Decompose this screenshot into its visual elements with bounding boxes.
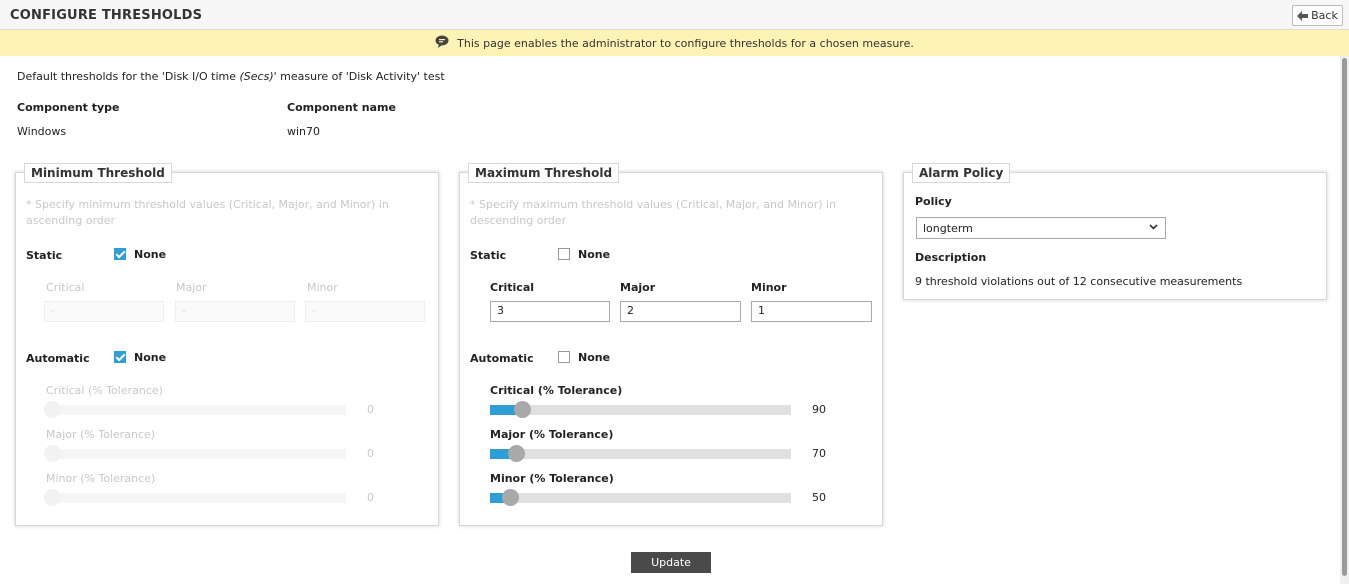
min-static-label: Static (26, 249, 63, 262)
min-major-tolerance-label: Major (% Tolerance) (46, 428, 156, 441)
component-name-value: win70 (287, 125, 321, 138)
min-major-input[interactable]: - (175, 301, 295, 322)
back-button-label: Back (1311, 9, 1338, 22)
min-major-tolerance-value: 0 (367, 447, 374, 460)
max-critical-tolerance-handle[interactable] (514, 401, 531, 418)
policy-description-value: 9 threshold violations out of 12 consecu… (915, 275, 1243, 288)
max-minor-input[interactable]: 1 (751, 301, 872, 322)
policy-description-label: Description (915, 251, 987, 264)
component-type-label: Component type (17, 101, 120, 114)
max-static-none-checkbox[interactable] (558, 248, 570, 260)
min-automatic-none-checkbox[interactable] (114, 351, 126, 363)
min-minor-tolerance-label: Minor (% Tolerance) (46, 472, 156, 485)
max-minor-tolerance-label: Minor (% Tolerance) (490, 472, 614, 485)
max-static-none-label: None (578, 248, 611, 261)
description-prefix: Default thresholds for the 'Disk I/O tim… (17, 70, 236, 83)
back-button[interactable]: Back (1292, 5, 1343, 26)
max-automatic-none-label: None (578, 351, 611, 364)
max-major-tolerance-handle[interactable] (508, 445, 525, 462)
max-automatic-label: Automatic (470, 352, 534, 365)
min-minor-input[interactable]: - (305, 301, 425, 322)
min-major-tolerance-handle[interactable] (44, 445, 61, 462)
chevron-down-icon (1149, 224, 1158, 230)
max-automatic-none-checkbox[interactable] (558, 351, 570, 363)
max-critical-label: Critical (490, 281, 535, 294)
speech-bubble-icon (435, 35, 449, 51)
max-minor-tolerance-handle[interactable] (502, 489, 519, 506)
max-major-tolerance-value: 70 (812, 447, 826, 460)
max-critical-tolerance-slider[interactable] (490, 401, 791, 418)
min-minor-label: Minor (307, 281, 338, 294)
min-critical-label: Critical (46, 281, 85, 294)
min-major-label: Major (176, 281, 207, 294)
policy-select[interactable]: longterm (916, 217, 1166, 239)
back-arrow-icon (1297, 10, 1309, 21)
min-automatic-label: Automatic (26, 352, 90, 365)
min-critical-tolerance-label: Critical (% Tolerance) (46, 384, 163, 397)
policy-label: Policy (915, 195, 952, 208)
page-title: CONFIGURE THRESHOLDS (10, 8, 203, 23)
description-unit: (Secs)' (239, 70, 277, 83)
max-minor-tolerance-value: 50 (812, 491, 826, 504)
minimum-threshold-title: Minimum Threshold (24, 163, 172, 183)
max-threshold-note: * Specify maximum threshold values (Crit… (470, 198, 837, 227)
max-major-label: Major (620, 281, 656, 294)
max-minor-label: Minor (751, 281, 787, 294)
min-automatic-none-label: None (134, 351, 167, 364)
info-bar: This page enables the administrator to c… (0, 30, 1349, 56)
min-minor-tolerance-slider[interactable] (44, 489, 346, 506)
max-static-label: Static (470, 249, 507, 262)
min-critical-input[interactable]: - (44, 301, 164, 322)
scrollbar-thumb[interactable] (1342, 58, 1347, 576)
alarm-policy-panel: Alarm Policy Policy longterm Description… (903, 163, 1327, 300)
min-minor-tolerance-handle[interactable] (44, 489, 61, 506)
policy-select-value: longterm (923, 222, 973, 235)
info-message: This page enables the administrator to c… (457, 36, 914, 50)
max-critical-tolerance-value: 90 (812, 403, 826, 416)
maximum-threshold-title: Maximum Threshold (468, 163, 620, 183)
min-static-none-checkbox[interactable] (114, 248, 126, 260)
min-minor-tolerance-value: 0 (367, 491, 374, 504)
min-critical-tolerance-handle[interactable] (44, 401, 61, 418)
component-type-value: Windows (17, 125, 67, 138)
main-content: Default thresholds for the 'Disk I/O tim… (0, 56, 1340, 584)
measure-description: Default thresholds for the 'Disk I/O tim… (17, 70, 445, 83)
max-critical-input[interactable]: 3 (490, 301, 610, 322)
minimum-threshold-panel: Minimum Threshold * Specify minimum thre… (15, 163, 439, 526)
min-critical-tolerance-value: 0 (367, 403, 374, 416)
min-threshold-note: * Specify minimum threshold values (Crit… (26, 198, 389, 227)
alarm-policy-title: Alarm Policy (912, 163, 1011, 183)
component-name-label: Component name (287, 101, 396, 114)
max-minor-tolerance-slider[interactable] (490, 489, 791, 506)
vertical-scrollbar[interactable] (1340, 56, 1349, 584)
max-critical-tolerance-label: Critical (% Tolerance) (490, 384, 623, 397)
min-static-none-label: None (134, 248, 167, 261)
min-major-tolerance-slider[interactable] (44, 445, 346, 462)
update-button[interactable]: Update (631, 552, 711, 573)
min-critical-tolerance-slider[interactable] (44, 401, 346, 418)
max-major-input[interactable]: 2 (620, 301, 741, 322)
title-bar: CONFIGURE THRESHOLDS Back (0, 0, 1349, 30)
maximum-threshold-panel: Maximum Threshold * Specify maximum thre… (459, 163, 883, 526)
max-major-tolerance-label: Major (% Tolerance) (490, 428, 614, 441)
description-suffix: measure of 'Disk Activity' test (280, 70, 445, 83)
max-major-tolerance-slider[interactable] (490, 445, 791, 462)
